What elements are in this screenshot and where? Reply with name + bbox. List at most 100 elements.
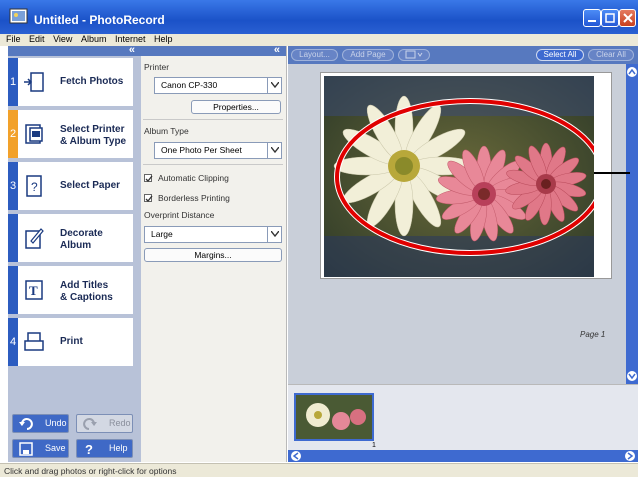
redo-label: Redo bbox=[109, 418, 131, 428]
step-label-line2: & Album Type bbox=[60, 136, 127, 147]
printer-label: Printer bbox=[144, 62, 170, 72]
settings-collapse-button[interactable]: « bbox=[141, 45, 286, 56]
step-fetch-photos[interactable]: 1 Fetch Photos bbox=[8, 58, 133, 106]
step-label: Print bbox=[60, 336, 83, 347]
workspace-toolbar: Layout... Add Page Select All Clear All bbox=[288, 46, 638, 64]
auto-clipping-checkbox[interactable]: Automatic Clipping bbox=[144, 173, 229, 183]
step-label-line1: Decorate bbox=[60, 228, 103, 239]
layout-button[interactable]: Layout... bbox=[291, 49, 338, 61]
menu-edit[interactable]: Edit bbox=[23, 34, 45, 45]
help-button[interactable]: ? Help bbox=[76, 439, 133, 458]
svg-text:?: ? bbox=[31, 180, 38, 194]
status-bar: Click and drag photos or right-click for… bbox=[0, 463, 638, 477]
callout-line bbox=[594, 172, 630, 174]
menu-internet[interactable]: Internet bbox=[109, 34, 146, 45]
thumbnail-strip: 1 bbox=[288, 384, 638, 462]
printer-select[interactable]: Canon CP-330 bbox=[154, 77, 282, 94]
maximize-button[interactable] bbox=[601, 9, 619, 27]
step-add-titles[interactable]: T Add Titles & Captions bbox=[8, 266, 133, 314]
close-button[interactable] bbox=[619, 9, 636, 27]
minimize-icon bbox=[588, 20, 596, 22]
select-printer-icon bbox=[25, 124, 43, 144]
album-page[interactable] bbox=[320, 72, 612, 279]
steps-collapse-button[interactable]: « bbox=[8, 45, 141, 56]
decorate-album-icon bbox=[25, 228, 44, 249]
svg-text:?: ? bbox=[85, 442, 93, 456]
printer-value: Canon CP-330 bbox=[161, 80, 218, 90]
save-button[interactable]: Save bbox=[12, 439, 69, 458]
chevron-down-icon bbox=[271, 231, 279, 237]
menu-album[interactable]: Album bbox=[75, 34, 107, 45]
close-icon bbox=[623, 13, 633, 23]
step-label: Fetch Photos bbox=[60, 76, 124, 87]
margins-button[interactable]: Margins... bbox=[144, 248, 282, 262]
app-icon bbox=[9, 8, 28, 24]
auto-clipping-label: Automatic Clipping bbox=[158, 173, 229, 183]
step-label-line2: & Captions bbox=[60, 292, 113, 303]
maximize-icon bbox=[605, 13, 615, 23]
undo-label: Undo bbox=[45, 418, 67, 428]
step-label: Select Paper bbox=[60, 180, 121, 191]
vertical-scrollbar[interactable] bbox=[626, 64, 638, 384]
overprint-value: Large bbox=[151, 229, 173, 239]
overprint-label: Overprint Distance bbox=[144, 210, 215, 220]
flower-photo[interactable] bbox=[324, 76, 594, 277]
svg-text:T: T bbox=[29, 283, 38, 298]
help-label: Help bbox=[109, 443, 128, 453]
thumbnail-number: 1 bbox=[372, 442, 376, 449]
step-number bbox=[8, 214, 18, 262]
checkmark-icon bbox=[145, 175, 153, 182]
undo-button[interactable]: Undo bbox=[12, 414, 69, 433]
menu-bar: File Edit View Album Internet Help bbox=[0, 34, 638, 46]
step-select-printer[interactable]: 2 Select Printer & Album Type bbox=[8, 110, 133, 158]
menu-help[interactable]: Help bbox=[148, 34, 173, 45]
flower-photo-image bbox=[324, 76, 594, 277]
step-label-line2: Album bbox=[60, 240, 92, 251]
step-number: 3 bbox=[8, 162, 18, 210]
step-number bbox=[8, 266, 18, 314]
scroll-up-icon[interactable] bbox=[626, 66, 638, 78]
redo-button[interactable]: Redo bbox=[76, 414, 133, 433]
view-mode-icon bbox=[405, 50, 423, 59]
redo-icon bbox=[83, 418, 97, 430]
fetch-photos-icon bbox=[24, 72, 44, 92]
properties-button[interactable]: Properties... bbox=[191, 100, 281, 114]
chevron-down-icon bbox=[271, 147, 279, 153]
thumbnail-image bbox=[296, 395, 372, 439]
checkmark-icon bbox=[145, 195, 153, 202]
horizontal-scrollbar[interactable] bbox=[288, 450, 638, 462]
select-all-button[interactable]: Select All bbox=[536, 49, 584, 61]
step-number: 2 bbox=[8, 110, 18, 158]
step-decorate-album[interactable]: Decorate Album bbox=[8, 214, 133, 262]
step-label-line1: Add Titles bbox=[60, 280, 109, 291]
menu-view[interactable]: View bbox=[47, 34, 72, 45]
help-icon: ? bbox=[85, 442, 93, 456]
album-workspace: Layout... Add Page Select All Clear All bbox=[288, 46, 638, 462]
album-type-label: Album Type bbox=[144, 126, 189, 136]
borderless-checkbox[interactable]: Borderless Printing bbox=[144, 193, 230, 203]
step-select-paper[interactable]: 3 ? Select Paper bbox=[8, 162, 133, 210]
undo-icon bbox=[19, 418, 33, 430]
thumbnail-page-1[interactable] bbox=[294, 393, 374, 441]
view-mode-button[interactable] bbox=[398, 49, 430, 61]
clear-all-button[interactable]: Clear All bbox=[588, 49, 634, 61]
step-print[interactable]: 4 Print bbox=[8, 318, 133, 366]
album-type-select[interactable]: One Photo Per Sheet bbox=[154, 142, 282, 159]
overprint-select[interactable]: Large bbox=[144, 226, 282, 243]
scroll-down-icon[interactable] bbox=[626, 370, 638, 382]
history-buttons: Undo Redo Save ? Help bbox=[8, 396, 141, 462]
window-title: Untitled - PhotoRecord bbox=[34, 13, 165, 27]
menu-file[interactable]: File bbox=[0, 34, 21, 45]
add-titles-icon: T bbox=[25, 280, 43, 300]
print-icon bbox=[24, 332, 44, 351]
add-page-button[interactable]: Add Page bbox=[342, 49, 394, 61]
scroll-right-icon[interactable] bbox=[624, 450, 636, 462]
steps-panel: « 1 Fetch Photos 2 Select Printer & Albu… bbox=[8, 45, 141, 462]
scroll-left-icon[interactable] bbox=[290, 450, 302, 462]
title-bar: Untitled - PhotoRecord bbox=[0, 0, 638, 34]
minimize-button[interactable] bbox=[583, 9, 601, 27]
divider bbox=[143, 164, 283, 165]
settings-panel: « Printer Canon CP-330 Properties... Alb… bbox=[141, 45, 287, 462]
divider bbox=[143, 119, 283, 120]
save-icon bbox=[19, 442, 33, 456]
